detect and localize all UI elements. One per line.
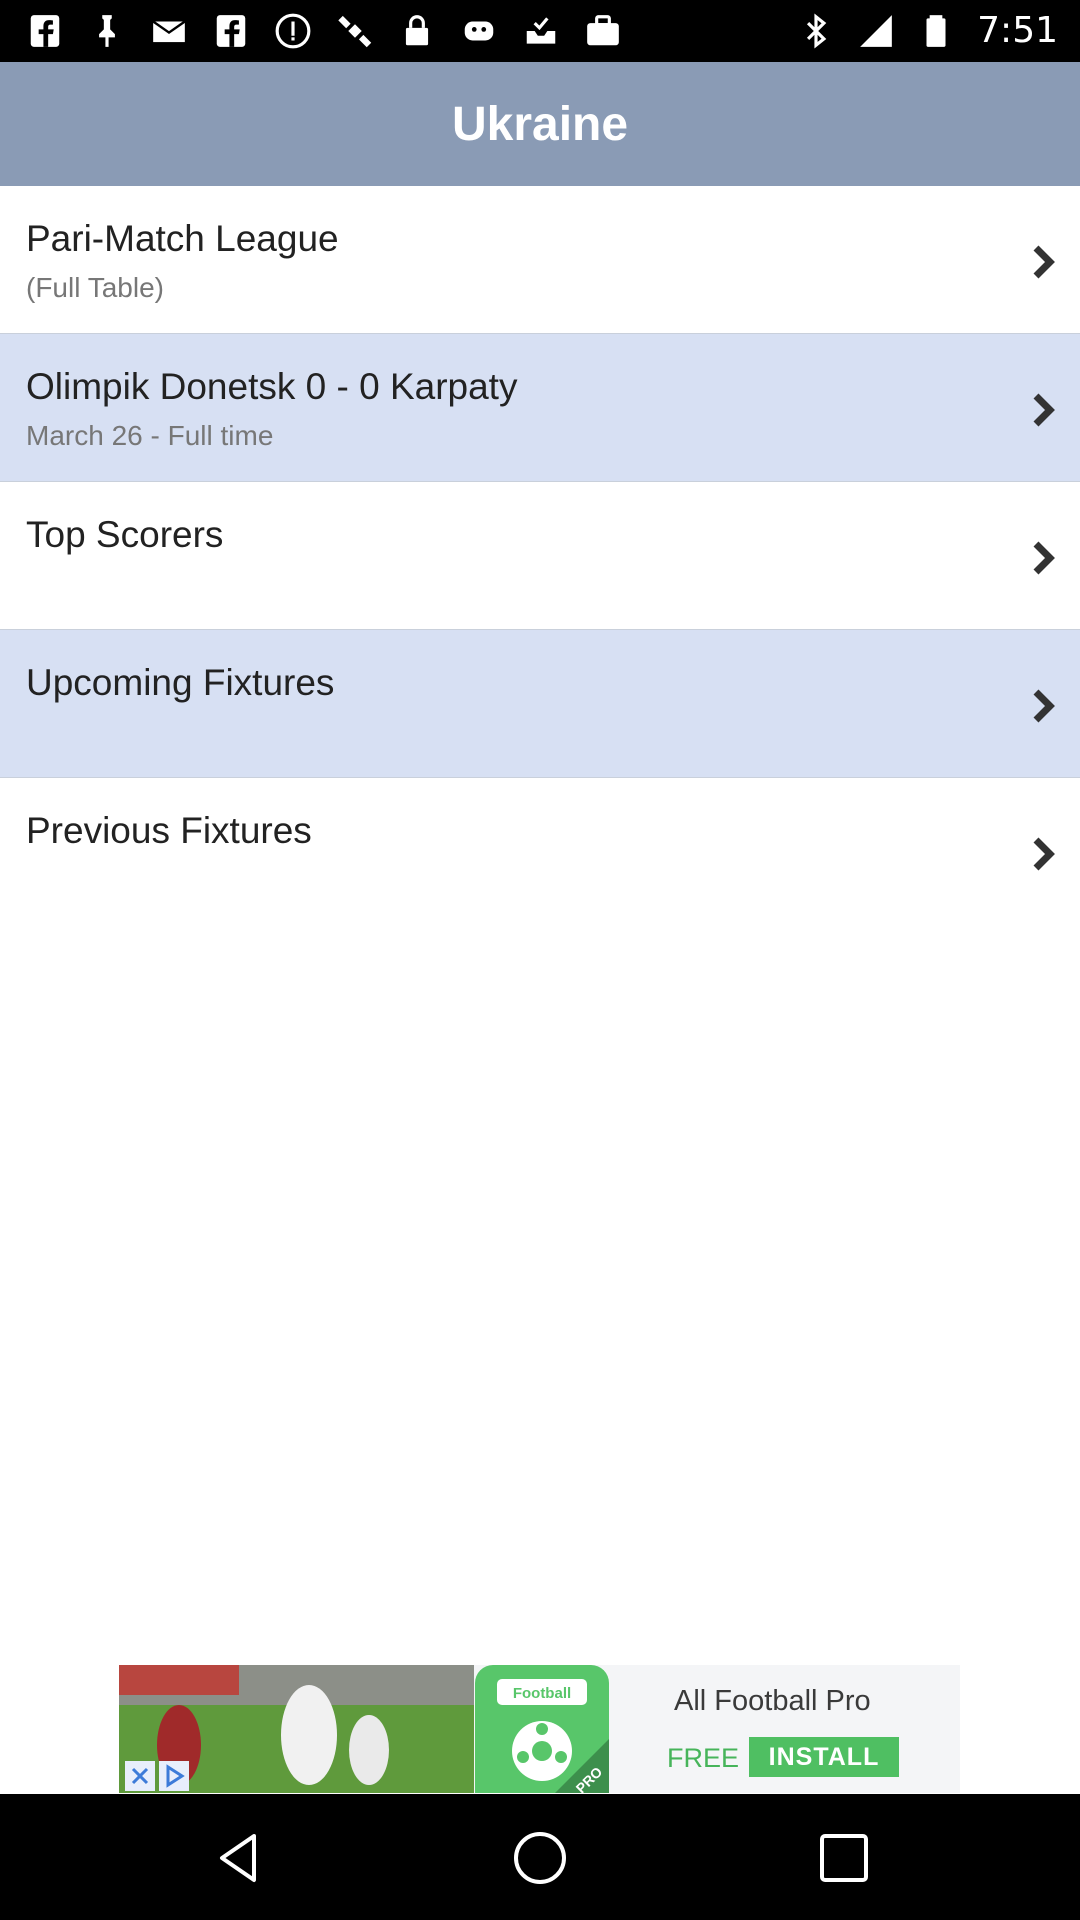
- list-item-previous-fixtures[interactable]: Previous Fixtures: [0, 778, 1080, 926]
- ad-title: All Football Pro: [674, 1685, 871, 1717]
- list-item-league-table[interactable]: Pari-Match League (Full Table): [0, 186, 1080, 334]
- facebook-icon: [30, 15, 60, 47]
- briefcase-icon: [587, 15, 619, 46]
- signal-icon: [860, 14, 892, 47]
- ad-app-icon-text: Football: [513, 1685, 571, 1702]
- recent-apps-icon[interactable]: [814, 1828, 874, 1888]
- mail-icon: [152, 20, 186, 43]
- satellite-icon: [338, 15, 372, 48]
- status-bar: 7:51: [0, 0, 1080, 62]
- list-item-title: Olimpik Donetsk 0 - 0 Karpaty: [26, 366, 518, 407]
- navigation-bar: [0, 1794, 1080, 1920]
- chevron-right-icon: [1033, 541, 1055, 575]
- list-item-latest-match[interactable]: Olimpik Donetsk 0 - 0 Karpaty March 26 -…: [0, 334, 1080, 482]
- ad-choices-icon[interactable]: [159, 1761, 189, 1791]
- status-time: 7:51: [977, 10, 1058, 51]
- android-icon: [464, 21, 494, 41]
- back-icon[interactable]: [210, 1828, 270, 1888]
- home-icon[interactable]: [510, 1828, 570, 1888]
- chevron-right-icon: [1033, 837, 1055, 871]
- list-item-title: Top Scorers: [26, 514, 224, 555]
- bluetooth-icon: [807, 12, 827, 49]
- lock-icon: [405, 15, 429, 46]
- chevron-right-icon: [1033, 689, 1055, 723]
- list-item-title: Upcoming Fixtures: [26, 662, 335, 703]
- list-item-subtitle: March 26 - Full time: [26, 420, 274, 451]
- menu-list: Pari-Match League (Full Table) Olimpik D…: [0, 186, 1080, 926]
- facebook-icon: [216, 15, 246, 47]
- ad-banner[interactable]: Football PRO All Football Pro FREE INSTA…: [119, 1665, 960, 1793]
- close-icon[interactable]: [125, 1761, 155, 1791]
- chevron-right-icon: [1033, 245, 1055, 279]
- ad-app-icon: Football PRO: [475, 1665, 609, 1793]
- battery-icon: [926, 14, 946, 47]
- list-item-title: Previous Fixtures: [26, 810, 312, 851]
- info-icon: [275, 13, 311, 49]
- ad-free-label: FREE: [667, 1743, 740, 1773]
- install-button[interactable]: INSTALL: [749, 1737, 899, 1777]
- list-item-title: Pari-Match League: [26, 218, 339, 259]
- list-item-top-scorers[interactable]: Top Scorers: [0, 482, 1080, 630]
- inbox-check-icon: [526, 17, 556, 44]
- chevron-right-icon: [1033, 393, 1055, 427]
- list-item-upcoming-fixtures[interactable]: Upcoming Fixtures: [0, 630, 1080, 778]
- list-item-subtitle: (Full Table): [26, 272, 164, 303]
- app-header: Ukraine: [0, 62, 1080, 186]
- pin-icon: [99, 15, 115, 47]
- page-title: Ukraine: [451, 97, 629, 151]
